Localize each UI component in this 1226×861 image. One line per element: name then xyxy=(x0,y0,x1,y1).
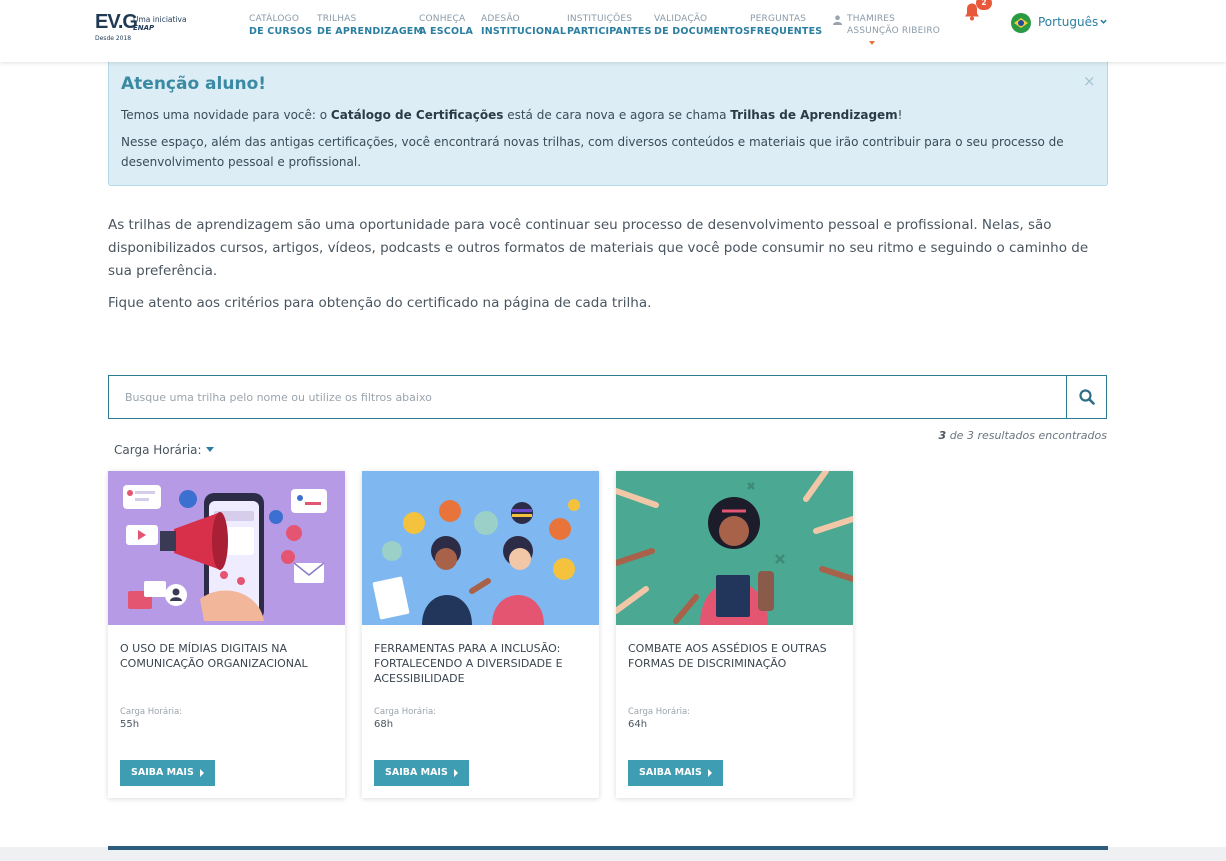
card-image-harassment xyxy=(616,471,853,625)
card-image-digital-media xyxy=(108,471,345,625)
nav-item-top: TRILHAS xyxy=(317,14,357,24)
nav-catalogo-de-cursos[interactable]: CATÁLOGO DE CURSOS xyxy=(249,14,312,38)
enap-logo-text: ENAP xyxy=(133,24,155,32)
nav-trilhas-de-aprendizagem[interactable]: TRILHAS DE APRENDIZAGEM xyxy=(317,14,423,38)
nav-item-top: CONHEÇA xyxy=(419,14,466,24)
nav-adesao-institucional[interactable]: ADESÃO INSTITUCIONAL xyxy=(481,14,566,38)
button-label: SAIBA MAIS xyxy=(385,767,448,778)
results-text: de 3 resultados encontrados xyxy=(946,429,1107,442)
button-label: SAIBA MAIS xyxy=(639,767,702,778)
caret-right-icon xyxy=(454,769,458,777)
card-hours-value: 64h xyxy=(628,719,648,730)
nav-item-bottom: PARTICIPANTES xyxy=(567,26,652,37)
user-menu-caret-icon xyxy=(869,41,875,45)
nav-conheca-a-escola[interactable]: CONHEÇA A ESCOLA xyxy=(419,14,473,38)
search-icon xyxy=(1079,389,1095,405)
card-title[interactable]: O USO DE MÍDIAS DIGITAIS NA COMUNICAÇÃO … xyxy=(120,641,335,671)
nav-item-top: VALIDAÇÃO xyxy=(654,14,708,24)
notice-alert: Atenção aluno! × Temos uma novidade para… xyxy=(108,62,1108,186)
nav-item-top: ADESÃO xyxy=(481,14,520,24)
alert-title: Atenção aluno! xyxy=(121,74,266,94)
search-input[interactable] xyxy=(109,376,1066,418)
language-selector[interactable]: Português xyxy=(1011,12,1111,34)
filter-carga-horaria[interactable]: Carga Horária: xyxy=(114,443,214,457)
card-hours-label: Carga Horária: xyxy=(374,707,437,717)
intro-paragraph: As trilhas de aprendizagem são uma oport… xyxy=(108,217,1089,279)
footer-divider xyxy=(108,846,1108,850)
search-button[interactable] xyxy=(1066,376,1106,418)
nav-item-bottom: A ESCOLA xyxy=(419,26,474,37)
card-hours-value: 68h xyxy=(374,719,394,730)
nav-item-bottom: INSTITUCIONAL xyxy=(481,26,567,37)
card-image-inclusion xyxy=(362,471,599,625)
card-hours-label: Carga Horária: xyxy=(120,707,183,717)
alert-text: está de cara nova e agora se chama xyxy=(503,108,731,122)
alert-bold-text: Catálogo de Certificações xyxy=(330,108,504,122)
nav-item-bottom: DE DOCUMENTOS xyxy=(654,26,751,37)
caret-right-icon xyxy=(200,769,204,777)
chevron-down-icon xyxy=(1100,19,1107,24)
results-count: 3 de 3 resultados encontrados xyxy=(860,429,1107,442)
nav-item-bottom: FREQUENTES xyxy=(750,26,823,37)
brazil-flag-icon xyxy=(1011,13,1031,33)
card-hours-value: 55h xyxy=(120,719,140,730)
button-label: SAIBA MAIS xyxy=(131,767,194,778)
caret-down-icon xyxy=(205,447,214,452)
logo-text: EV.G xyxy=(95,11,138,33)
caret-right-icon xyxy=(708,769,712,777)
card-title[interactable]: FERRAMENTAS PARA A INCLUSÃO: FORTALECEND… xyxy=(374,641,589,686)
alert-paragraph-1: Temos uma novidade para você: o Catálogo… xyxy=(121,108,902,122)
card-hours-label: Carga Horária: xyxy=(628,707,691,717)
nav-validacao-de-documentos[interactable]: VALIDAÇÃO DE DOCUMENTOS xyxy=(654,14,750,38)
saiba-mais-button[interactable]: SAIBA MAIS xyxy=(374,760,469,786)
trail-card[interactable]: COMBATE AOS ASSÉDIOS E OUTRAS FORMAS DE … xyxy=(616,471,853,798)
language-label: Português xyxy=(1038,15,1099,29)
notification-count-badge: 2 xyxy=(976,0,992,10)
nav-item-top: INSTITUIÇÕES xyxy=(567,14,633,24)
certificate-note: Fique atento aos critérios para obtenção… xyxy=(108,295,652,311)
card-title[interactable]: COMBATE AOS ASSÉDIOS E OUTRAS FORMAS DE … xyxy=(628,641,843,671)
nav-item-bottom: DE CURSOS xyxy=(249,26,313,37)
trail-card[interactable]: FERRAMENTAS PARA A INCLUSÃO: FORTALECEND… xyxy=(362,471,599,798)
user-last-name: ASSUNÇÃO RIBEIRO xyxy=(847,26,941,36)
alert-bold-text: Trilhas de Aprendizagem xyxy=(730,108,898,122)
alert-paragraph-2: Nesse espaço, além das antigas certifica… xyxy=(121,135,1064,169)
user-menu[interactable]: THAMIRES ASSUNÇÃO RIBEIRO xyxy=(833,14,941,45)
alert-text: ! xyxy=(897,108,903,122)
search-bar xyxy=(108,375,1107,419)
close-icon[interactable]: × xyxy=(1083,74,1096,89)
nav-perguntas-frequentes[interactable]: PERGUNTAS FREQUENTES xyxy=(750,14,822,38)
user-first-name: THAMIRES xyxy=(847,14,896,24)
alert-text: Temos uma novidade para você: o xyxy=(121,108,331,122)
saiba-mais-button[interactable]: SAIBA MAIS xyxy=(120,760,215,786)
nav-instituicoes-participantes[interactable]: INSTITUIÇÕES PARTICIPANTES xyxy=(567,14,652,38)
saiba-mais-button[interactable]: SAIBA MAIS xyxy=(628,760,723,786)
nav-item-bottom: DE APRENDIZAGEM xyxy=(317,26,424,37)
nav-item-top: PERGUNTAS xyxy=(750,14,807,24)
user-icon xyxy=(833,15,842,25)
evg-logo[interactable]: EV.G Desde 2018 Uma iniciativa ENAP xyxy=(95,11,195,43)
filter-label: Carga Horária: xyxy=(114,443,202,457)
top-header: EV.G Desde 2018 Uma iniciativa ENAP CATÁ… xyxy=(0,0,1226,62)
nav-item-top: CATÁLOGO xyxy=(249,14,300,24)
logo-tagline: Uma iniciativa xyxy=(133,15,187,24)
logo-since: Desde 2018 xyxy=(95,35,132,42)
trail-card[interactable]: O USO DE MÍDIAS DIGITAIS NA COMUNICAÇÃO … xyxy=(108,471,345,798)
